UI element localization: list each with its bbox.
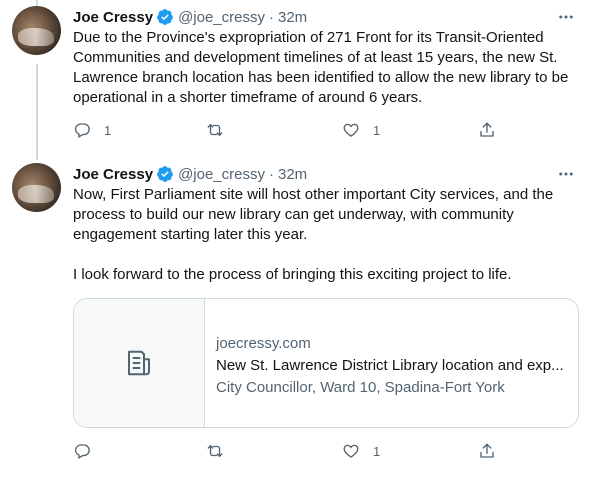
timestamp[interactable]: 32m (278, 166, 307, 183)
like-count: 1 (373, 122, 381, 138)
like-button[interactable]: 1 (342, 442, 380, 460)
tweet-text: Now, First Parliament site will host oth… (73, 185, 593, 285)
card-description: City Councillor, Ward 10, Spadina-Fort Y… (216, 379, 505, 396)
card-text: joecressy.com New St. Lawrence District … (216, 333, 568, 399)
card-domain: joecressy.com (216, 335, 311, 352)
link-card[interactable]: joecressy.com New St. Lawrence District … (73, 298, 579, 428)
article-icon (128, 350, 150, 376)
author-handle[interactable]: @joe_cressy (178, 9, 265, 26)
tweet-header: Joe Cressy @joe_cressy · 32m (73, 6, 593, 28)
tweet-paragraph: Due to the Province's expropriation of 2… (73, 29, 569, 106)
author-handle[interactable]: @joe_cressy (178, 166, 265, 183)
tweet-actions: 1 (73, 441, 513, 461)
retweet-icon (207, 445, 223, 457)
like-button[interactable]: 1 (342, 121, 380, 139)
tweet-header: Joe Cressy @joe_cressy · 32m (73, 163, 593, 185)
share-icon (480, 443, 494, 458)
like-count: 1 (373, 443, 381, 459)
author-name[interactable]: Joe Cressy (73, 9, 153, 26)
share-button[interactable] (478, 442, 496, 460)
reply-icon (74, 123, 90, 138)
like-icon (343, 444, 359, 458)
avatar[interactable] (12, 163, 61, 212)
tweet-text: Due to the Province's expropriation of 2… (73, 28, 593, 108)
tweet-paragraph: I look forward to the process of bringin… (73, 266, 512, 283)
reply-icon (74, 444, 90, 459)
avatar[interactable] (12, 6, 61, 55)
tweet-paragraph: Now, First Parliament site will host oth… (73, 186, 554, 243)
tweet-2[interactable]: Joe Cressy @joe_cressy · 32m Now, First … (73, 163, 593, 459)
share-button[interactable] (478, 121, 496, 139)
timestamp[interactable]: 32m (278, 9, 307, 26)
more-icon[interactable] (557, 165, 575, 183)
share-icon (480, 122, 494, 137)
reply-count: 1 (104, 122, 112, 138)
card-thumbnail (74, 299, 205, 427)
tweet-1[interactable]: Joe Cressy @joe_cressy · 32m Due to the … (73, 6, 593, 138)
reply-button[interactable]: 1 (73, 121, 111, 139)
separator: · (269, 165, 274, 183)
verified-badge-icon (157, 9, 173, 25)
thread-connector (36, 64, 38, 160)
separator: · (269, 8, 274, 26)
author-name[interactable]: Joe Cressy (73, 166, 153, 183)
more-icon[interactable] (557, 8, 575, 26)
retweet-icon (207, 124, 223, 136)
reply-button[interactable] (73, 442, 104, 460)
retweet-button[interactable] (206, 442, 237, 460)
retweet-button[interactable] (206, 121, 237, 139)
tweet-actions: 1 1 (73, 120, 513, 140)
card-title: New St. Lawrence District Library locati… (216, 357, 564, 374)
like-icon (343, 123, 359, 137)
verified-badge-icon (157, 166, 173, 182)
